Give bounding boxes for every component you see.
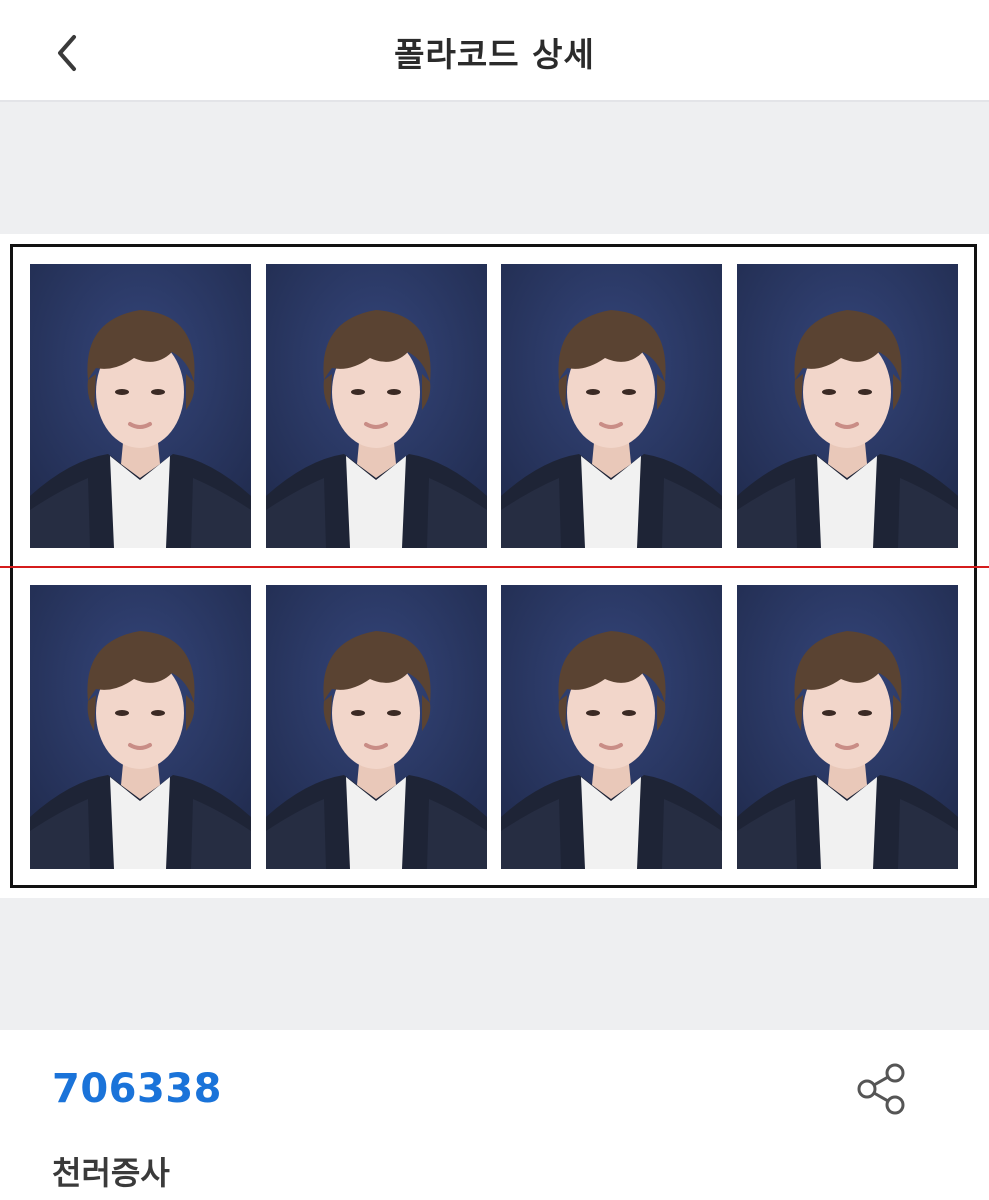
- app-screen: 폴라코드 상세 706338 천러증사: [0, 0, 989, 1200]
- photo-tile: [30, 264, 251, 548]
- portrait-figure: [501, 585, 722, 869]
- cut-line: [0, 566, 989, 568]
- page-title: 폴라코드 상세: [394, 35, 595, 74]
- photo-tile: [266, 264, 487, 548]
- top-spacer-band: [0, 102, 989, 234]
- portrait-figure: [501, 264, 722, 548]
- photo-tile: [737, 585, 958, 869]
- photo-tile: [30, 585, 251, 869]
- photo-tile: [501, 585, 722, 869]
- photo-tile: [501, 264, 722, 548]
- share-icon: [857, 1063, 905, 1115]
- share-button[interactable]: [852, 1060, 910, 1118]
- subject-name: 천러증사: [52, 1154, 170, 1192]
- portrait-figure: [30, 264, 251, 548]
- polaroid-sheet-viewer: [0, 234, 989, 898]
- detail-info-section: 706338 천러증사: [0, 1030, 989, 1200]
- portrait-figure: [266, 264, 487, 548]
- top-app-bar: 폴라코드 상세: [0, 0, 989, 102]
- portrait-figure: [737, 585, 958, 869]
- photo-tile: [737, 264, 958, 548]
- portrait-figure: [737, 264, 958, 548]
- portrait-figure: [266, 585, 487, 869]
- bottom-spacer-band: [0, 898, 989, 1030]
- pola-code-number: 706338: [52, 1066, 222, 1112]
- portrait-figure: [30, 585, 251, 869]
- photo-tile: [266, 585, 487, 869]
